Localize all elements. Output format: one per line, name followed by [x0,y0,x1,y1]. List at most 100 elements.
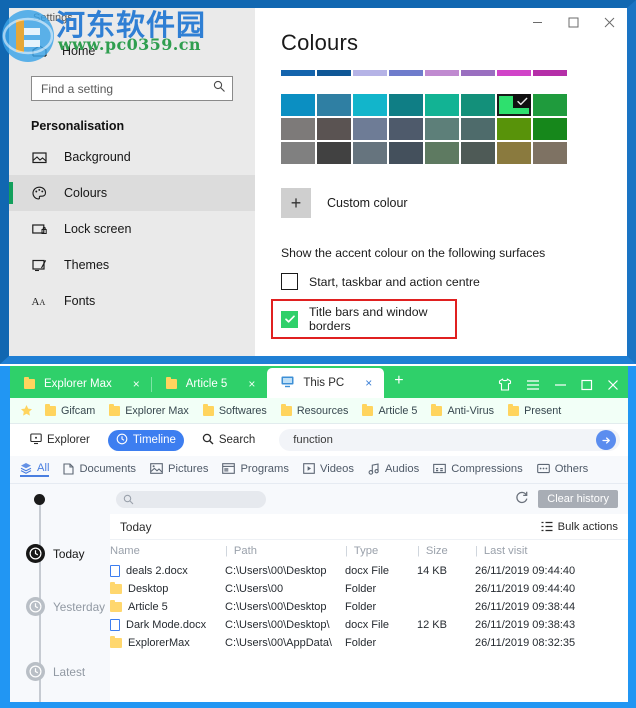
colour-swatch[interactable] [353,142,387,164]
table-row[interactable]: Dark Mode.docxC:\Users\00\Desktop\docx F… [110,616,628,634]
colour-swatch-grid[interactable] [281,70,567,164]
colour-swatch[interactable] [461,118,495,140]
new-tab-button[interactable]: + [384,373,413,392]
accent-top-swatch[interactable] [425,70,459,76]
filter-tab-documents[interactable]: Documents [63,463,136,477]
checkbox-checked-icon[interactable] [281,311,298,328]
close-icon[interactable] [607,379,619,391]
close-button[interactable] [591,8,627,36]
colour-swatch[interactable] [281,142,315,164]
filter-tab-pictures[interactable]: Pictures [150,463,208,477]
colour-swatch[interactable] [497,118,531,140]
bookmark-item[interactable]: Softwares [197,405,273,417]
colour-swatch[interactable] [317,142,351,164]
minimize-button[interactable] [519,8,555,36]
colour-swatch[interactable] [461,142,495,164]
colour-swatch[interactable] [353,118,387,140]
maximize-icon[interactable] [581,379,593,391]
colour-swatch[interactable] [461,94,495,116]
colour-swatch[interactable] [317,118,351,140]
column-header-path[interactable]: |Path [225,540,345,562]
table-row[interactable]: Article 5C:\Users\00\DesktopFolder26/11/… [110,598,628,616]
tab-explorer-max[interactable]: Explorer Max × [10,370,152,398]
accent-top-swatch[interactable] [281,70,315,76]
settings-titlebar[interactable]: Settings [9,8,255,34]
colour-swatch[interactable] [533,142,567,164]
tab-article-5[interactable]: Article 5 × [152,370,268,398]
tab-close-icon[interactable]: × [248,377,255,391]
accent-top-swatch[interactable] [389,70,423,76]
toolbar-search-button[interactable]: Search [194,430,263,451]
maximize-button[interactable] [555,8,591,36]
colour-swatch[interactable] [389,142,423,164]
table-row[interactable]: ExplorerMaxC:\Users\00\AppData\Folder26/… [110,634,628,652]
toolbar-timeline-button[interactable]: Timeline [108,430,184,451]
timeline-item-latest[interactable]: Latest [26,662,85,681]
accent-top-swatch[interactable] [353,70,387,76]
sidebar-item-colours[interactable]: Colours [9,175,255,211]
bookmark-item[interactable]: Gifcam [39,405,101,417]
history-filter-input[interactable] [116,491,266,508]
tab-close-icon[interactable]: × [133,377,140,391]
tab-close-icon[interactable]: × [365,376,372,390]
column-header-last-visit[interactable]: |Last visit [475,540,628,562]
colour-swatch[interactable] [353,94,387,116]
timeline-item-today[interactable]: Today [26,544,84,563]
column-header-type[interactable]: |Type [345,540,417,562]
checkbox-start-taskbar-action-centre[interactable]: Start, taskbar and action centre [281,273,627,290]
clear-history-button[interactable]: Clear history [538,490,618,508]
accent-top-swatch[interactable] [461,70,495,76]
checkbox-unchecked-icon[interactable] [281,273,298,290]
minimize-icon[interactable] [554,379,567,391]
refresh-icon[interactable] [515,490,529,509]
bookmark-item[interactable]: Explorer Max [103,405,195,417]
timeline-item-yesterday[interactable]: Yesterday [26,597,105,616]
bookmark-item[interactable]: Resources [275,405,355,417]
sidebar-item-lock-screen[interactable]: Lock screen [9,211,255,247]
bookmark-item[interactable]: Anti-Virus [425,405,500,417]
custom-colour-row[interactable]: + Custom colour [281,188,627,218]
explorer-search-input[interactable]: function [279,429,620,451]
sidebar-item-background[interactable]: Background [9,139,255,175]
bookmark-item[interactable]: Article 5 [356,405,423,417]
colour-swatch[interactable] [497,94,531,116]
table-row[interactable]: DesktopC:\Users\00Folder26/11/2019 09:44… [110,580,628,598]
accent-top-swatch[interactable] [317,70,351,76]
colour-swatch[interactable] [425,118,459,140]
star-icon[interactable] [17,404,36,417]
search-submit-button[interactable] [596,430,616,450]
settings-search-input[interactable]: Find a setting [31,76,233,101]
column-header-name[interactable]: Name [110,540,225,562]
colour-swatch[interactable] [425,142,459,164]
tab-this-pc[interactable]: This PC × [267,368,384,398]
filter-tab-compressions[interactable]: Compressions [433,463,523,477]
toolbar-explorer-button[interactable]: Explorer [22,430,98,451]
filter-tab-all[interactable]: All [20,462,49,477]
custom-colour-plus-button[interactable]: + [281,188,311,218]
accent-top-swatch[interactable] [497,70,531,76]
colour-swatch[interactable] [317,94,351,116]
sidebar-item-home[interactable]: Home [9,34,255,68]
filter-tab-audios[interactable]: Audios [368,463,419,477]
colour-swatch[interactable] [533,94,567,116]
colour-swatch[interactable] [425,94,459,116]
bookmark-item[interactable]: Present [502,405,567,417]
colour-swatch[interactable] [497,142,531,164]
filter-tab-videos[interactable]: Videos [303,463,354,477]
sidebar-item-fonts[interactable]: AA Fonts [9,283,255,319]
bulk-actions-button[interactable]: Bulk actions [541,521,618,533]
filter-tab-programs[interactable]: Programs [222,463,289,477]
column-header-size[interactable]: |Size [417,540,475,562]
colour-swatch[interactable] [281,118,315,140]
filter-tab-others[interactable]: Others [537,463,589,477]
accent-top-swatch[interactable] [533,70,567,76]
colour-swatch[interactable] [389,94,423,116]
shirt-icon[interactable] [498,378,512,391]
colour-swatch[interactable] [281,94,315,116]
checkbox-title-bars-window-borders[interactable]: Title bars and window borders [271,299,457,339]
colour-swatch[interactable] [389,118,423,140]
menu-icon[interactable] [526,379,540,391]
colour-swatch[interactable] [533,118,567,140]
sidebar-item-themes[interactable]: Themes [9,247,255,283]
table-row[interactable]: deals 2.docxC:\Users\00\Desktopdocx File… [110,562,628,580]
